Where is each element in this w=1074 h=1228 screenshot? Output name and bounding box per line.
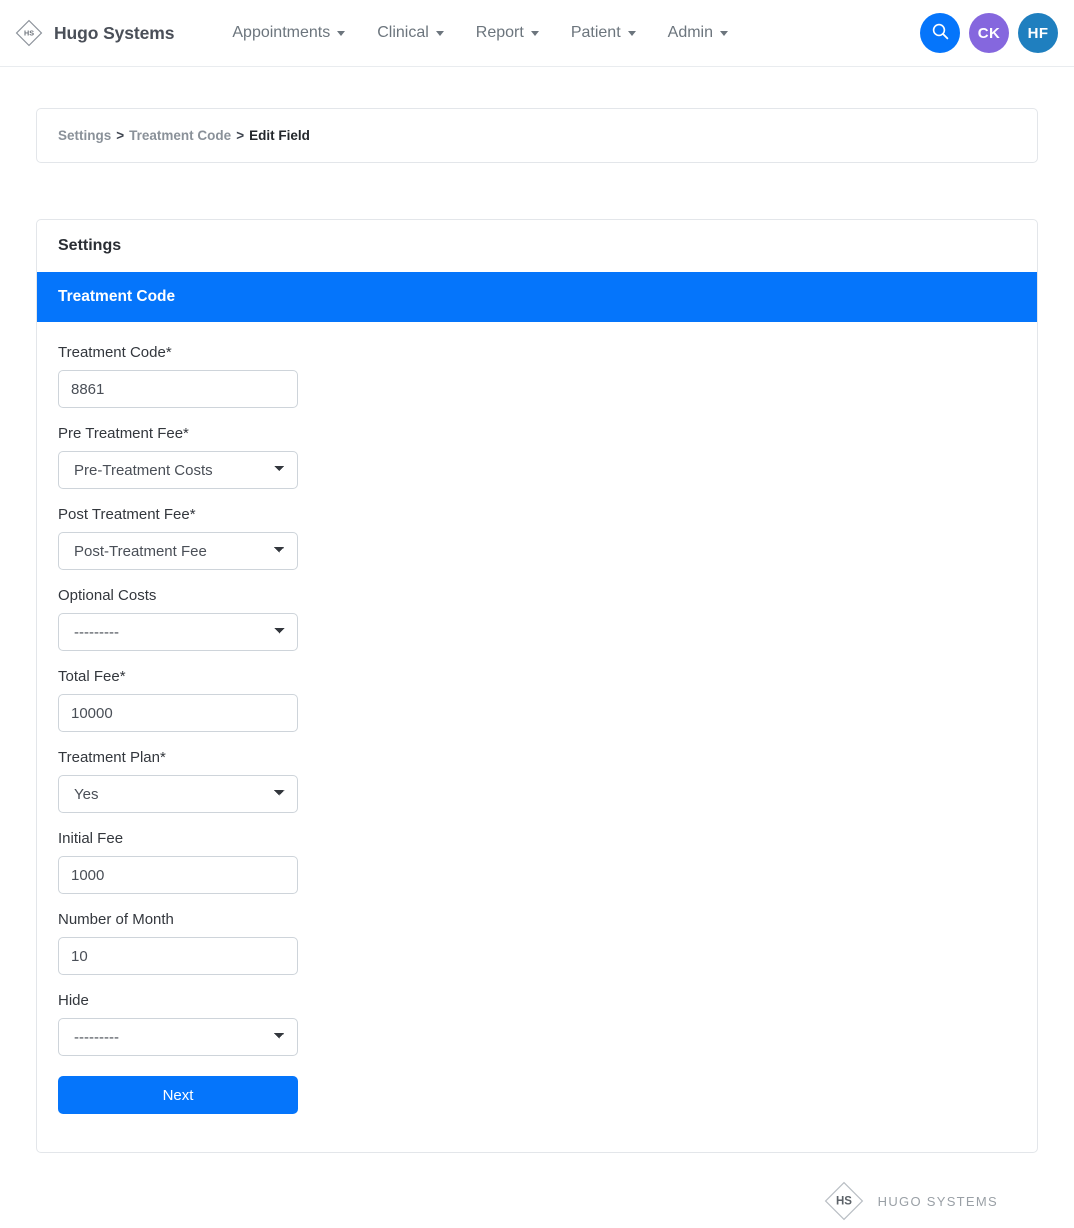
top-navbar: HS Hugo Systems Appointments Clinical Re…: [0, 0, 1074, 67]
chevron-down-icon: [720, 30, 728, 36]
nav-item-label: Report: [475, 24, 524, 41]
label-hide: Hide: [58, 992, 89, 1009]
pre-treatment-fee-select[interactable]: Pre-Treatment Costs: [58, 451, 298, 489]
avatar-ck[interactable]: CK: [969, 13, 1009, 53]
label-treatment-code: Treatment Code*: [58, 344, 172, 361]
nav-item-patient[interactable]: Patient: [555, 18, 652, 48]
number-of-month-input[interactable]: [58, 937, 298, 975]
label-initial-fee: Initial Fee: [58, 830, 124, 847]
breadcrumb-treatment-code[interactable]: Treatment Code: [129, 128, 231, 143]
field-group-initial-fee: Initial Fee: [58, 830, 1016, 894]
field-group-total-fee: Total Fee*: [58, 668, 1016, 732]
section-header-treatment-code: Treatment Code: [37, 272, 1037, 322]
nav-item-clinical[interactable]: Clinical: [361, 18, 460, 48]
field-group-treatment-plan: Treatment Plan* Yes: [58, 749, 1016, 813]
field-group-treatment-code: Treatment Code*: [58, 344, 1016, 408]
chevron-down-icon: [530, 30, 539, 36]
nav-item-label: Patient: [570, 24, 621, 41]
treatment-code-form: Treatment Code* Pre Treatment Fee* Pre-T…: [37, 322, 1037, 1152]
nav-item-appointments[interactable]: Appointments: [216, 18, 361, 48]
breadcrumb-settings[interactable]: Settings: [58, 128, 111, 143]
label-treatment-plan: Treatment Plan*: [58, 749, 166, 766]
label-optional-costs: Optional Costs: [58, 587, 157, 604]
breadcrumb: Settings > Treatment Code > Edit Field: [58, 128, 1016, 143]
breadcrumb-current: Edit Field: [249, 128, 310, 143]
footer: HS HUGO SYSTEMS: [36, 1153, 1038, 1223]
footer-brand-text: HUGO SYSTEMS: [877, 1193, 998, 1209]
brand-name: Hugo Systems: [54, 22, 175, 43]
breadcrumb-separator: >: [236, 128, 245, 143]
breadcrumb-separator: >: [116, 128, 125, 143]
nav-menu: Appointments Clinical Report Patient Adm…: [216, 18, 744, 48]
field-group-optional-costs: Optional Costs ---------: [58, 587, 1016, 651]
chevron-down-icon: [337, 30, 346, 36]
avatar-hf[interactable]: HF: [1018, 13, 1058, 53]
field-group-hide: Hide ---------: [58, 992, 1016, 1056]
label-pre-treatment-fee: Pre Treatment Fee*: [58, 425, 189, 442]
diamond-logo-icon: HS: [14, 18, 44, 48]
nav-item-label: Appointments: [232, 24, 331, 41]
brand-logo[interactable]: HS Hugo Systems: [14, 18, 174, 48]
search-icon: [931, 22, 950, 45]
next-button[interactable]: Next: [58, 1076, 298, 1114]
settings-card: Settings Treatment Code Treatment Code* …: [36, 219, 1038, 1153]
nav-item-admin[interactable]: Admin: [652, 18, 744, 48]
label-total-fee: Total Fee*: [58, 668, 126, 685]
initial-fee-input[interactable]: [58, 856, 298, 894]
svg-text:HS: HS: [24, 29, 34, 38]
nav-item-label: Admin: [667, 24, 713, 41]
page-content: Settings > Treatment Code > Edit Field S…: [0, 108, 1074, 1223]
nav-item-report[interactable]: Report: [460, 18, 555, 48]
footer-logo: HS HUGO SYSTEMS: [822, 1179, 998, 1223]
treatment-plan-select[interactable]: Yes: [58, 775, 298, 813]
navbar-actions: CK HF: [920, 13, 1058, 53]
field-group-pre-treatment-fee: Pre Treatment Fee* Pre-Treatment Costs: [58, 425, 1016, 489]
field-group-number-of-month: Number of Month: [58, 911, 1016, 975]
search-button[interactable]: [920, 13, 960, 53]
page-title: Settings: [58, 237, 122, 254]
svg-text:HS: HS: [836, 1196, 852, 1208]
label-number-of-month: Number of Month: [58, 911, 174, 928]
label-post-treatment-fee: Post Treatment Fee*: [58, 506, 196, 523]
optional-costs-select[interactable]: ---------: [58, 613, 298, 651]
diamond-logo-icon: HS: [822, 1179, 866, 1223]
breadcrumb-card: Settings > Treatment Code > Edit Field: [36, 108, 1038, 163]
treatment-code-input[interactable]: [58, 370, 298, 408]
nav-item-label: Clinical: [377, 24, 429, 41]
total-fee-input[interactable]: [58, 694, 298, 732]
field-group-post-treatment-fee: Post Treatment Fee* Post-Treatment Fee: [58, 506, 1016, 570]
post-treatment-fee-select[interactable]: Post-Treatment Fee: [58, 532, 298, 570]
hide-select[interactable]: ---------: [58, 1018, 298, 1056]
chevron-down-icon: [435, 30, 444, 36]
chevron-down-icon: [627, 30, 636, 36]
